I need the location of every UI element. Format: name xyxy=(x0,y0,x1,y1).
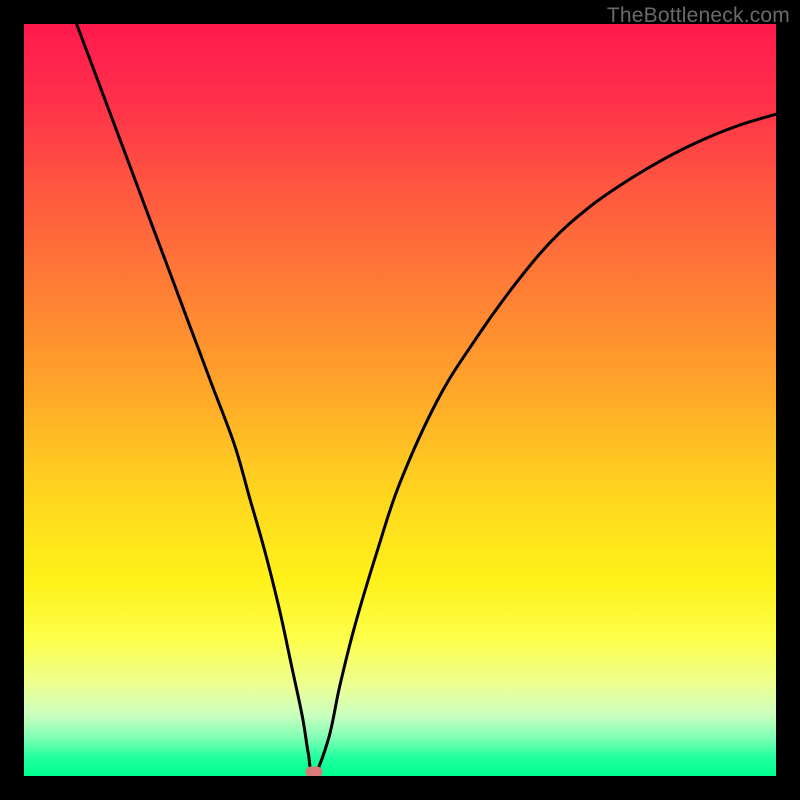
watermark-text: TheBottleneck.com xyxy=(607,4,790,28)
chart-container: TheBottleneck.com xyxy=(0,0,800,800)
bottleneck-curve xyxy=(24,24,776,776)
minimum-marker xyxy=(305,767,322,778)
